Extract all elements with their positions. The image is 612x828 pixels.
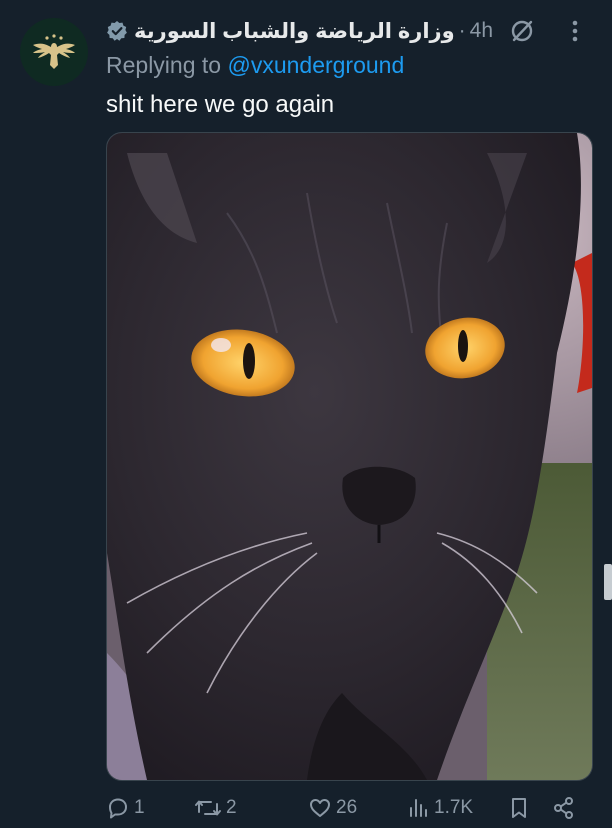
scrollbar-thumb[interactable] — [604, 564, 612, 600]
share-button[interactable] — [552, 790, 576, 826]
replying-to-label: Replying to — [106, 52, 228, 78]
grok-icon[interactable] — [508, 17, 536, 45]
avatar[interactable] — [20, 18, 88, 86]
like-count: 26 — [336, 797, 358, 818]
action-bar: 1 2 26 1.7K — [106, 790, 592, 826]
tweet[interactable]: وزارة الرياضة والشباب السورية · 4h Reply… — [0, 0, 612, 828]
bookmark-button[interactable] — [508, 790, 530, 826]
tweet-text: shit here we go again — [106, 91, 335, 118]
like-button[interactable]: 26 — [308, 790, 357, 826]
separator-dot: · — [458, 19, 466, 42]
tweet-image[interactable] — [106, 132, 593, 781]
reply-count: 1 — [134, 797, 145, 818]
repost-button[interactable]: 2 — [194, 790, 237, 826]
like-icon — [310, 799, 330, 817]
share-icon — [554, 797, 573, 819]
repost-icon — [195, 800, 221, 816]
reply-handle-link[interactable]: @vxunderground — [227, 52, 404, 78]
black-cat-photo — [107, 133, 592, 780]
views-icon — [410, 799, 427, 817]
verified-badge-icon — [107, 21, 127, 41]
reply-button[interactable]: 1 — [106, 790, 145, 826]
views-button[interactable]: 1.7K — [408, 790, 473, 826]
display-name[interactable]: وزارة الرياضة والشباب السورية — [134, 19, 455, 44]
repost-count: 2 — [226, 797, 237, 818]
reply-icon — [109, 798, 127, 819]
more-icon[interactable] — [570, 17, 580, 45]
timestamp[interactable]: 4h — [470, 19, 493, 43]
views-count: 1.7K — [434, 797, 474, 818]
bookmark-icon — [512, 798, 526, 818]
replying-to: Replying to @vxunderground — [106, 52, 404, 79]
tweet-header: وزارة الرياضة والشباب السورية · 4h — [106, 14, 596, 48]
eagle-emblem-icon — [33, 34, 75, 69]
